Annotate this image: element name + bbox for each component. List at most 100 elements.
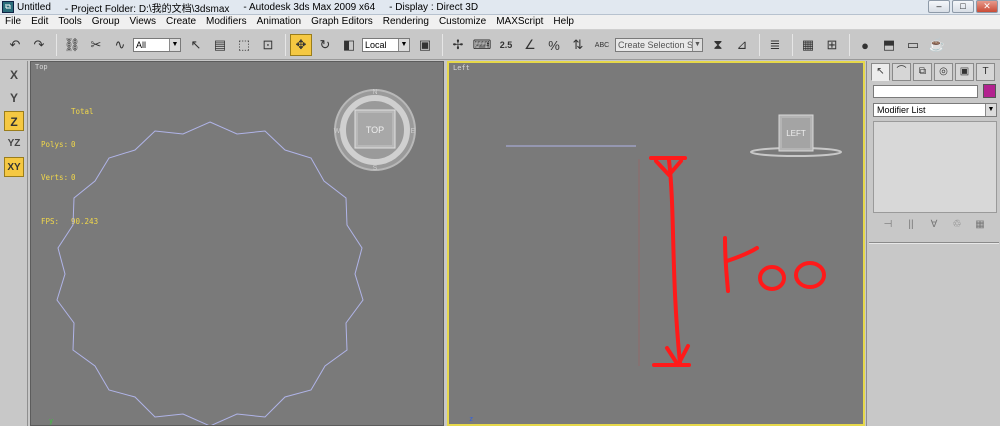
select-object-icon[interactable]: ↖: [185, 34, 207, 56]
make-unique-icon[interactable]: ∀: [923, 217, 945, 233]
pivot-center-icon[interactable]: ▣: [414, 34, 436, 56]
select-and-scale-icon[interactable]: ◧: [338, 34, 360, 56]
axis-tripod-z: z: [469, 415, 473, 423]
align-icon[interactable]: ⊿: [731, 34, 753, 56]
left-viewport[interactable]: Left LEFT z: [447, 61, 865, 426]
menu-views[interactable]: Views: [125, 15, 162, 29]
select-and-link-icon[interactable]: ⛓: [61, 34, 83, 56]
menu-modifiers[interactable]: Modifiers: [201, 15, 252, 29]
selection-filter-dropdown[interactable]: All ▼: [133, 38, 181, 52]
unlink-selection-icon[interactable]: ✂: [85, 34, 107, 56]
menu-edit[interactable]: Edit: [26, 15, 53, 29]
command-panel-tabs: ↖ ⌒ ⧉ ◎ ▣ T: [871, 63, 999, 81]
panel-divider: [869, 242, 999, 244]
axis-z-button[interactable]: Z: [4, 111, 24, 131]
edit-named-selection-icon[interactable]: ABC: [591, 34, 613, 56]
app-window: ⧉ Untitled - Project Folder: D:\我的文档\3ds…: [0, 0, 1000, 426]
select-and-rotate-icon[interactable]: ↻: [314, 34, 336, 56]
maximize-button[interactable]: □: [952, 0, 974, 13]
reference-coordinate-value: Local: [365, 40, 387, 50]
red-dimension-annotation: [649, 156, 691, 367]
select-by-name-icon[interactable]: ▤: [209, 34, 231, 56]
window-controls: – □ ✕: [928, 0, 998, 13]
pin-stack-icon[interactable]: ⊣: [877, 217, 899, 233]
remove-modifier-icon[interactable]: ♲: [946, 217, 968, 233]
axis-y-button[interactable]: Y: [4, 88, 24, 108]
toolbar-separator: [849, 34, 850, 56]
menu-file[interactable]: File: [0, 15, 26, 29]
show-end-result-icon[interactable]: ||: [900, 217, 922, 233]
select-and-move-icon[interactable]: ✥: [290, 34, 312, 56]
toolbar-separator: [792, 34, 793, 56]
material-editor-icon[interactable]: ●: [854, 34, 876, 56]
modifier-list-dropdown[interactable]: Modifier List ▼: [873, 103, 997, 117]
minimize-button[interactable]: –: [928, 0, 950, 13]
tab-motion-icon[interactable]: ◎: [934, 63, 953, 81]
axis-yz-button[interactable]: YZ: [4, 134, 24, 154]
tab-hierarchy-icon[interactable]: ⧉: [913, 63, 932, 81]
spinner-snap-icon[interactable]: ⇅: [567, 34, 589, 56]
top-viewport[interactable]: Top Total Polys: 0 Verts: 0 FPS: 90.243 TOP…: [30, 61, 444, 426]
menu-help[interactable]: Help: [548, 15, 579, 29]
top-viewport-canvas: TOP N S E W y: [49, 89, 416, 426]
compass-north: N: [372, 89, 377, 96]
named-selection-sets-dropdown[interactable]: Create Selection Set ▼: [615, 38, 703, 52]
quick-render-teapot-icon[interactable]: ☕: [926, 34, 948, 56]
chevron-down-icon: ▼: [692, 39, 702, 51]
compass-south: S: [373, 165, 378, 172]
viewcube-left[interactable]: LEFT: [750, 114, 842, 157]
schematic-view-icon[interactable]: ⊞: [821, 34, 843, 56]
tab-modify-icon[interactable]: ⌒: [892, 63, 911, 81]
angle-snap-icon[interactable]: ∠: [519, 34, 541, 56]
redo-icon[interactable]: ↷: [28, 34, 50, 56]
menu-rendering[interactable]: Rendering: [378, 15, 434, 29]
tab-create-icon[interactable]: ↖: [871, 63, 890, 81]
axis-xy-button[interactable]: XY: [4, 157, 24, 177]
project-folder: - Project Folder: D:\我的文档\3dsmax: [64, 3, 230, 15]
render-setup-icon[interactable]: ⬒: [878, 34, 900, 56]
axis-x-button[interactable]: X: [4, 65, 24, 85]
rendered-frame-window-icon[interactable]: ▭: [902, 34, 924, 56]
viewcube-top[interactable]: TOP N S E W: [334, 89, 416, 172]
window-crossing-icon[interactable]: ⊡: [257, 34, 279, 56]
circle-spline-shape[interactable]: [56, 121, 364, 426]
menu-maxscript[interactable]: MAXScript: [491, 15, 548, 29]
tab-utilities-icon[interactable]: T: [976, 63, 995, 81]
menu-customize[interactable]: Customize: [434, 15, 491, 29]
compass-east: E: [411, 128, 416, 135]
keyboard-shortcut-override-icon[interactable]: ⌨: [471, 34, 493, 56]
object-name-field[interactable]: [873, 85, 978, 98]
title-bar: ⧉ Untitled - Project Folder: D:\我的文档\3ds…: [0, 0, 1000, 15]
3dsmax-app-icon[interactable]: ⧉: [2, 1, 14, 13]
menu-graph-editors[interactable]: Graph Editors: [306, 15, 378, 29]
mirror-icon[interactable]: ⧗: [707, 34, 729, 56]
percent-snap-icon[interactable]: %: [543, 34, 565, 56]
configure-modifier-sets-icon[interactable]: ▦: [969, 217, 991, 233]
modifier-stack[interactable]: [873, 121, 997, 213]
menu-animation[interactable]: Animation: [252, 15, 306, 29]
select-and-manipulate-icon[interactable]: ✢: [447, 34, 469, 56]
named-selection-placeholder: Create Selection Set: [618, 40, 701, 50]
menu-bar: File Edit Tools Group Views Create Modif…: [0, 15, 1000, 30]
reference-coordinate-dropdown[interactable]: Local ▼: [362, 38, 410, 52]
tab-display-icon[interactable]: ▣: [955, 63, 974, 81]
undo-icon[interactable]: ↶: [4, 34, 26, 56]
snaps-toggle-icon[interactable]: 2.5: [495, 34, 517, 56]
toolbar-separator: [759, 34, 760, 56]
menu-create[interactable]: Create: [161, 15, 201, 29]
close-button[interactable]: ✕: [976, 0, 998, 13]
toolbar-separator: [285, 34, 286, 56]
curve-editor-icon[interactable]: ▦: [797, 34, 819, 56]
menu-tools[interactable]: Tools: [53, 15, 86, 29]
rectangular-selection-icon[interactable]: ⬚: [233, 34, 255, 56]
app-name: - Autodesk 3ds Max 2009 x64: [243, 1, 376, 13]
chevron-down-icon: ▼: [398, 39, 409, 51]
modifier-stack-buttons: ⊣ || ∀ ♲ ▦: [873, 216, 997, 234]
menu-group[interactable]: Group: [87, 15, 125, 29]
viewcube-top-label: TOP: [366, 125, 384, 135]
layer-manager-icon[interactable]: ≣: [764, 34, 786, 56]
axis-tripod-y: y: [49, 417, 53, 425]
object-color-swatch[interactable]: [983, 84, 996, 98]
bind-to-space-warp-icon[interactable]: ∿: [109, 34, 131, 56]
selection-filter-value: All: [136, 40, 147, 50]
